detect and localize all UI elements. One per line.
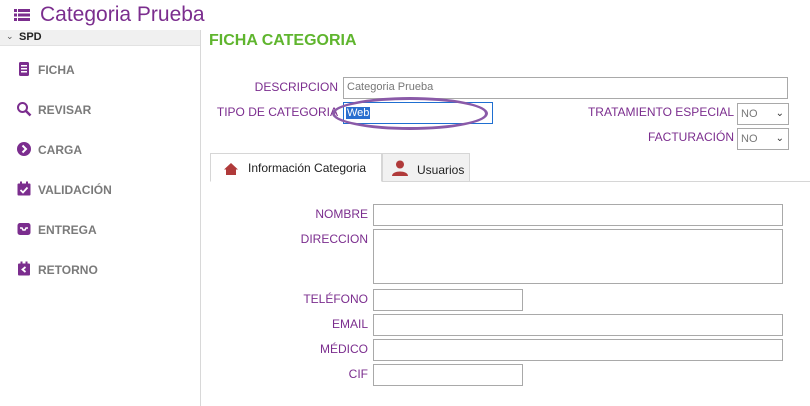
medico-label: MÉDICO	[320, 342, 368, 356]
tratamiento-especial-label: TRATAMIENTO ESPECIAL	[587, 105, 734, 119]
return-icon	[18, 261, 30, 276]
sidebar-section-header[interactable]: ⌄ SPD	[0, 30, 200, 46]
telefono-field[interactable]	[373, 289, 523, 311]
list-menu-icon[interactable]	[14, 9, 30, 21]
tab-informacion-categoria[interactable]: Información Categoria	[210, 153, 382, 182]
search-icon	[17, 102, 32, 117]
telefono-label: TELÉFONO	[303, 292, 368, 306]
window-title: Categoria Prueba	[40, 3, 205, 26]
facturacion-label: FACTURACIÓN	[647, 130, 734, 144]
sidebar-item-ficha[interactable]: FICHA	[0, 54, 200, 84]
sidebar-item-label: ENTREGA	[38, 223, 97, 237]
tipo-categoria-label: TIPO DE CATEGORIA	[216, 105, 338, 119]
chevron-down-icon: ⌄	[775, 133, 784, 144]
sidebar-item-entrega[interactable]: ENTREGA	[0, 214, 200, 244]
facturacion-value: NO	[741, 133, 758, 145]
email-label: EMAIL	[331, 317, 368, 331]
cif-field[interactable]	[373, 364, 523, 386]
chevron-down-icon: ⌄	[775, 108, 784, 119]
tratamiento-especial-value: NO	[741, 108, 758, 120]
title-bar: Categoria Prueba	[0, 0, 810, 30]
direccion-label: DIRECCION	[300, 232, 368, 246]
arrow-circle-icon	[17, 142, 31, 156]
cif-label: CIF	[348, 367, 368, 381]
sidebar-item-label: CARGA	[38, 143, 82, 157]
inbox-icon	[17, 223, 31, 235]
descripcion-field[interactable]: Categoria Prueba	[343, 77, 788, 99]
direccion-field[interactable]	[373, 229, 783, 284]
sidebar-item-carga[interactable]: CARGA	[0, 134, 200, 164]
sidebar-item-label: FICHA	[38, 63, 75, 77]
nombre-label: NOMBRE	[315, 207, 368, 221]
page-title: FICHA CATEGORIA	[209, 32, 357, 49]
tipo-categoria-value: Web	[346, 107, 371, 119]
tab-label: Usuarios	[417, 163, 465, 177]
sidebar: ⌄ SPD FICHA REVISAR CARGA VALIDACIÓN ENT…	[0, 30, 201, 406]
tab-label: Información Categoria	[248, 161, 367, 175]
sidebar-section-label: SPD	[19, 31, 42, 43]
document-icon	[19, 62, 29, 76]
double-chevron-down-icon: ⌄	[6, 31, 14, 41]
user-icon	[392, 160, 408, 176]
facturacion-select[interactable]: NO ⌄	[737, 128, 789, 150]
home-icon	[224, 163, 238, 175]
sidebar-item-retorno[interactable]: RETORNO	[0, 254, 200, 284]
descripcion-label: DESCRIPCION	[254, 80, 338, 94]
sidebar-item-validacion[interactable]: VALIDACIÓN	[0, 174, 200, 204]
sidebar-item-label: RETORNO	[38, 263, 98, 277]
sidebar-item-label: VALIDACIÓN	[38, 183, 112, 197]
sidebar-item-label: REVISAR	[38, 103, 92, 117]
check-calendar-icon	[17, 181, 31, 196]
medico-field[interactable]	[373, 339, 783, 361]
tab-usuarios[interactable]: Usuarios	[382, 153, 470, 182]
tratamiento-especial-select[interactable]: NO ⌄	[737, 103, 789, 125]
nombre-field[interactable]	[373, 204, 783, 226]
sidebar-item-revisar[interactable]: REVISAR	[0, 94, 200, 124]
email-field[interactable]	[373, 314, 783, 336]
tipo-categoria-field[interactable]: Web	[343, 102, 493, 124]
